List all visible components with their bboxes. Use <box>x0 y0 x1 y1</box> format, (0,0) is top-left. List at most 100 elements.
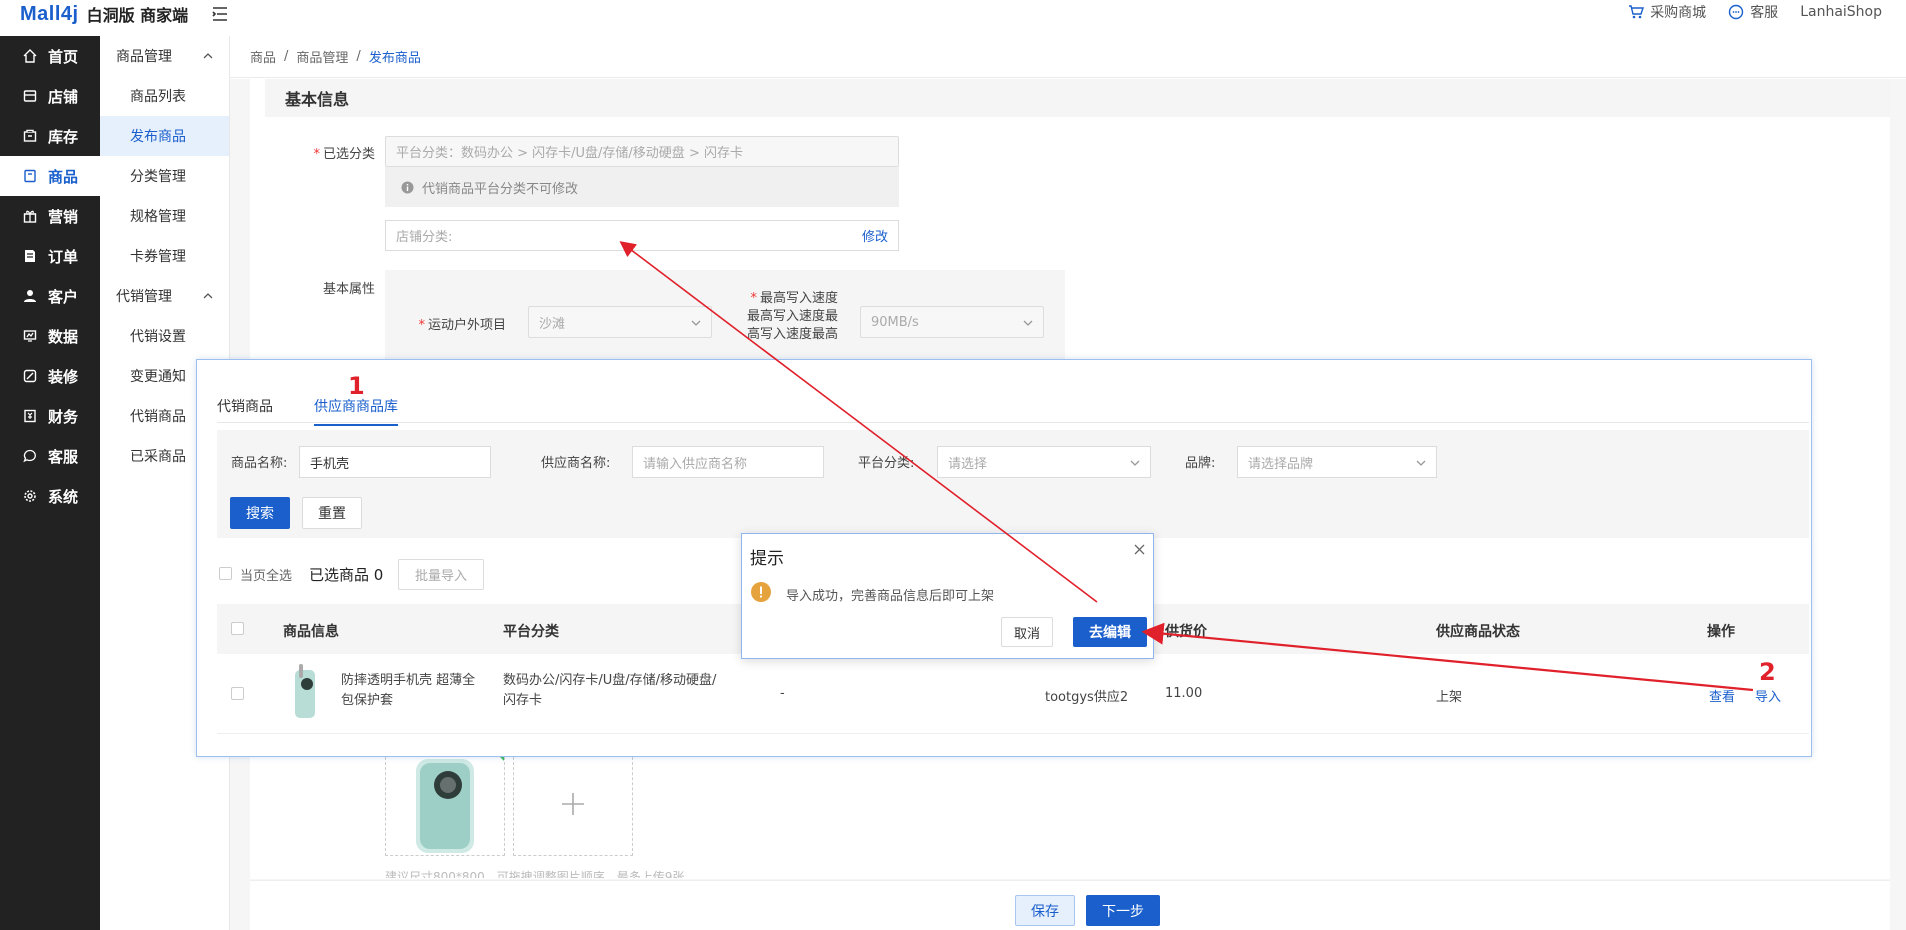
platform-category-field: 平台分类：数码办公 > 闪存卡/U盘/存储/移动硬盘 > 闪存卡 <box>385 136 899 167</box>
upload-image-button[interactable] <box>513 752 633 856</box>
selected-category-label: * 已选分类 <box>313 147 375 162</box>
attr1-select[interactable]: 沙滩 <box>528 306 712 338</box>
basic-attr-label: 基本属性 <box>322 282 375 297</box>
image-hint: 建议尺寸800*800，可拖拽调整图片顺序，最多上传9张 <box>385 870 685 878</box>
product-name-input[interactable]: 手机壳 <box>299 446 491 478</box>
sidebar-item-product[interactable]: 商品 <box>0 156 100 196</box>
bottom-action-bar: 保存 下一步 <box>250 880 1890 930</box>
col-platform-category: 平台分类 <box>503 624 559 640</box>
plus-icon <box>560 791 586 817</box>
sidebar-item-label: 店铺 <box>48 87 79 106</box>
breadcrumb-item[interactable]: 商品管理 <box>296 47 348 66</box>
menu-toggle-icon[interactable] <box>211 5 229 23</box>
sidebar-item-label: 营销 <box>48 207 79 226</box>
sidebar-item-marketing[interactable]: 营销 <box>0 196 100 236</box>
chevron-down-icon <box>691 318 701 328</box>
sidebar-item-order[interactable]: 订单 <box>0 236 100 276</box>
logo[interactable]: Mall4j 白洞版 商家端 <box>20 2 188 26</box>
search-button[interactable]: 搜索 <box>230 497 290 529</box>
sidebar-item-label: 商品 <box>48 167 79 186</box>
sidebar-item-label: 装修 <box>48 367 79 386</box>
decorate-icon <box>22 368 38 384</box>
breadcrumb-separator: / <box>284 49 289 64</box>
sidebar-item-label: 库存 <box>48 127 79 146</box>
sidebar-item-finance[interactable]: 财务 <box>0 396 100 436</box>
submenu-item-publish-product[interactable]: 发布商品 <box>100 116 229 156</box>
sidebar-item-system[interactable]: 系统 <box>0 476 100 516</box>
shop-category-label: 店铺分类: <box>396 230 453 245</box>
sidebar-item-decorate[interactable]: 装修 <box>0 356 100 396</box>
header-checkbox[interactable] <box>231 622 244 635</box>
sidebar-item-label: 客服 <box>48 447 79 466</box>
submenu-item-coupon[interactable]: 卡券管理 <box>100 236 229 276</box>
breadcrumb: 商品 / 商品管理 / 发布商品 <box>230 36 1906 78</box>
notice-text: 代销商品平台分类不可修改 <box>422 181 579 197</box>
submenu-item-category[interactable]: 分类管理 <box>100 156 229 196</box>
chat-icon <box>22 448 38 464</box>
cancel-button[interactable]: 取消 <box>1001 617 1053 647</box>
breadcrumb-item[interactable]: 商品 <box>250 47 276 66</box>
submenu-group-consign[interactable]: 代销管理 <box>100 276 229 316</box>
submenu-group-product[interactable]: 商品管理 <box>100 36 229 76</box>
table-row: 防摔透明手机壳 超薄全包保护套 数码办公/闪存卡/U盘/存储/移动硬盘/闪存卡 … <box>217 654 1809 734</box>
submenu-item-product-list[interactable]: 商品列表 <box>100 76 229 116</box>
top-header: Mall4j 白洞版 商家端 采购商城 客服 LanhaiShop <box>0 0 1906 36</box>
brand-placeholder: 请选择品牌 <box>1248 456 1314 472</box>
submenu-item-consign-settings[interactable]: 代销设置 <box>100 316 229 356</box>
row-checkbox[interactable] <box>231 687 244 700</box>
step-number-1: 1 <box>348 372 365 400</box>
purchase-mall-label: 采购商城 <box>1650 5 1707 21</box>
user-name[interactable]: LanhaiShop <box>1800 4 1882 20</box>
customer-service-link[interactable]: 客服 <box>1728 2 1778 22</box>
breadcrumb-current: 发布商品 <box>368 51 421 66</box>
product-name: 防摔透明手机壳 超薄全包保护套 <box>341 673 476 708</box>
tab-consign-products[interactable]: 代销商品 <box>217 396 273 424</box>
submenu-item-spec[interactable]: 规格管理 <box>100 196 229 236</box>
reset-button[interactable]: 重置 <box>302 497 362 529</box>
close-icon[interactable] <box>1133 543 1146 556</box>
sidebar-item-home[interactable]: 首页 <box>0 36 100 76</box>
filter-area: 商品名称: 手机壳 供应商名称: 请输入供应商名称 平台分类: 请选择 品牌: … <box>217 430 1809 538</box>
info-icon <box>401 181 414 194</box>
dialog-title: 提示 <box>750 549 784 569</box>
attr2-label: * 最高写入速度 最高写入速度最 高写入速度最高 <box>746 291 838 342</box>
supply-status: 上架 <box>1436 690 1463 705</box>
supplier-name-input[interactable]: 请输入供应商名称 <box>632 446 824 478</box>
shop-category-field[interactable]: 店铺分类: 修改 <box>385 220 899 251</box>
col-actions: 操作 <box>1707 624 1735 640</box>
go-edit-button[interactable]: 去编辑 <box>1073 617 1147 647</box>
sidebar-item-shop[interactable]: 店铺 <box>0 76 100 116</box>
sidebar-item-label: 财务 <box>48 407 79 426</box>
product-image-thumb[interactable] <box>385 752 505 856</box>
inventory-icon <box>22 128 38 144</box>
product-brand: - <box>780 686 785 701</box>
attr2-select[interactable]: 90MB/s <box>860 306 1044 338</box>
import-link[interactable]: 导入 <box>1755 686 1781 705</box>
shop-category-edit-link[interactable]: 修改 <box>862 226 888 245</box>
save-button[interactable]: 保存 <box>1015 895 1075 926</box>
brand-select[interactable]: 请选择品牌 <box>1237 446 1437 478</box>
supplier-name: tootgys供应2 <box>1045 690 1129 705</box>
sidebar-item-inventory[interactable]: 库存 <box>0 116 100 156</box>
finance-icon <box>22 408 38 424</box>
platform-category-select[interactable]: 请选择 <box>937 446 1151 478</box>
select-all-checkbox[interactable] <box>219 567 232 580</box>
supplier-name-label: 供应商名称: <box>541 456 611 471</box>
chart-icon <box>22 328 38 344</box>
product-name-label: 商品名称: <box>231 456 288 471</box>
view-link[interactable]: 查看 <box>1709 686 1735 705</box>
purchase-mall-link[interactable]: 采购商城 <box>1628 2 1706 22</box>
batch-import-button[interactable]: 批量导入 <box>398 559 484 590</box>
product-category: 数码办公/闪存卡/U盘/存储/移动硬盘/闪存卡 <box>503 673 717 708</box>
chevron-up-icon <box>203 51 213 61</box>
next-step-button[interactable]: 下一步 <box>1086 895 1160 926</box>
product-icon <box>22 168 38 184</box>
attr2-value: 90MB/s <box>871 314 919 330</box>
success-dialog: 提示 导入成功，完善商品信息后即可上架 取消 去编辑 <box>741 533 1154 659</box>
sidebar-item-label: 订单 <box>48 247 79 266</box>
sidebar-item-data[interactable]: 数据 <box>0 316 100 356</box>
sidebar-item-service[interactable]: 客服 <box>0 436 100 476</box>
cart-icon <box>1628 4 1645 20</box>
sidebar-item-customer[interactable]: 客户 <box>0 276 100 316</box>
chevron-down-icon <box>1130 458 1140 468</box>
